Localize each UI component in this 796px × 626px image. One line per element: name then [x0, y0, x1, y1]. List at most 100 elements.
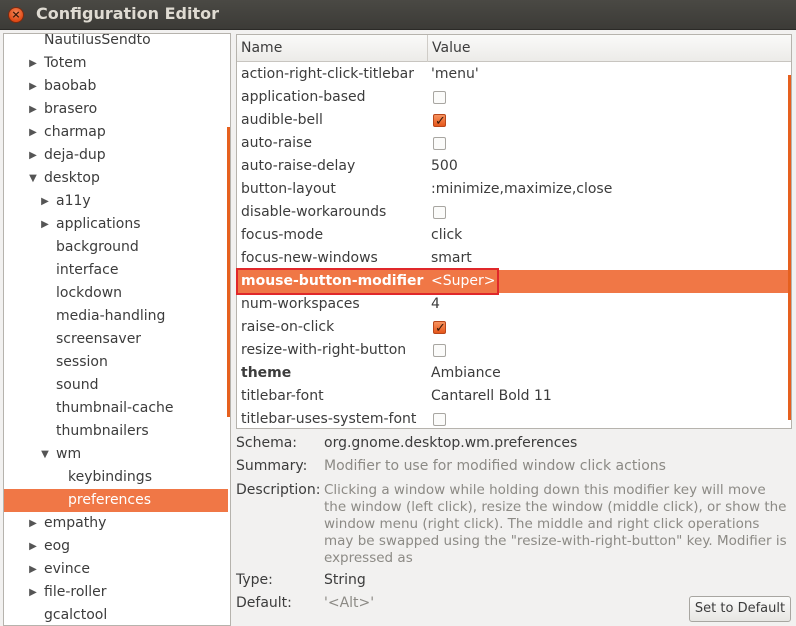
- key-value[interactable]: 4: [431, 293, 440, 316]
- tree-item[interactable]: ▼ wm: [4, 443, 228, 466]
- tree-item-label: interface: [56, 262, 119, 278]
- expander-collapsed-icon[interactable]: ▶: [39, 213, 51, 236]
- value-checkbox[interactable]: [433, 91, 446, 104]
- value-checkbox[interactable]: [433, 413, 446, 426]
- key-value[interactable]: Cantarell Bold 11: [431, 385, 552, 408]
- table-row[interactable]: num-workspaces 4: [237, 293, 789, 316]
- tree-item[interactable]: ▶ applications: [4, 213, 228, 236]
- tree-item[interactable]: screensaver: [4, 328, 228, 351]
- table-row[interactable]: focus-new-windows smart: [237, 247, 789, 270]
- key-name: application-based: [241, 89, 366, 105]
- tree-item[interactable]: media-handling: [4, 305, 228, 328]
- expander-collapsed-icon[interactable]: ▶: [27, 144, 39, 167]
- type-value: String: [324, 572, 366, 588]
- expander-collapsed-icon[interactable]: ▶: [27, 121, 39, 144]
- key-value[interactable]: 'menu': [431, 63, 479, 86]
- tree-item-label: brasero: [44, 101, 98, 117]
- tree-item[interactable]: background: [4, 236, 228, 259]
- table-row[interactable]: theme Ambiance: [237, 362, 789, 385]
- key-name: mouse-button-modifier: [241, 273, 424, 289]
- table-row[interactable]: auto-raise-delay 500: [237, 155, 789, 178]
- tree-item[interactable]: ▶ charmap: [4, 121, 228, 144]
- table-row[interactable]: raise-on-click: [237, 316, 789, 340]
- expander-collapsed-icon[interactable]: ▶: [27, 98, 39, 121]
- expander-expanded-icon[interactable]: ▼: [39, 443, 51, 466]
- key-name: disable-workarounds: [241, 204, 387, 220]
- key-name: audible-bell: [241, 112, 323, 128]
- table-row[interactable]: disable-workarounds: [237, 201, 789, 224]
- tree-item[interactable]: ▶ baobab: [4, 75, 228, 98]
- key-name: num-workspaces: [241, 296, 360, 312]
- expander-collapsed-icon[interactable]: ▶: [27, 52, 39, 75]
- table-row[interactable]: resize-with-right-button: [237, 339, 789, 362]
- tree-item[interactable]: sound: [4, 374, 228, 397]
- key-value[interactable]: click: [431, 224, 462, 247]
- tree-item[interactable]: ▶ evince: [4, 558, 228, 581]
- expander-collapsed-icon[interactable]: ▶: [27, 512, 39, 535]
- value-checkbox[interactable]: [433, 137, 446, 150]
- column-header-value[interactable]: Value: [427, 35, 791, 62]
- expander-collapsed-icon[interactable]: ▶: [27, 75, 39, 98]
- value-checkbox[interactable]: [433, 317, 446, 340]
- tree-item[interactable]: ▶ a11y: [4, 190, 228, 213]
- tree-item-label: session: [56, 354, 108, 370]
- set-to-default-button[interactable]: Set to Default: [689, 596, 791, 622]
- column-header-name[interactable]: Name: [237, 35, 427, 62]
- table-scrollbar[interactable]: [788, 75, 791, 420]
- table-row[interactable]: titlebar-uses-system-font: [237, 408, 789, 428]
- tree-item[interactable]: lockdown: [4, 282, 228, 305]
- value-checkbox[interactable]: [433, 110, 446, 133]
- expander-collapsed-icon[interactable]: ▶: [39, 190, 51, 213]
- tree-item-label: baobab: [44, 78, 97, 94]
- table-row[interactable]: audible-bell: [237, 109, 789, 133]
- tree-item[interactable]: ▶ empathy: [4, 512, 228, 535]
- summary-value: Modifier to use for modified window clic…: [324, 458, 666, 474]
- table-row[interactable]: titlebar-font Cantarell Bold 11: [237, 385, 789, 408]
- table-row[interactable]: button-layout:minimize,maximize,close: [237, 178, 789, 201]
- tree-item[interactable]: ▶ brasero: [4, 98, 228, 121]
- tree-item-label: thumbnail-cache: [56, 400, 174, 416]
- expander-collapsed-icon[interactable]: ▶: [27, 535, 39, 558]
- tree-item[interactable]: thumbnailers: [4, 420, 228, 443]
- tree-item[interactable]: preferences: [4, 489, 228, 512]
- key-name: auto-raise-delay: [241, 158, 356, 174]
- key-value[interactable]: Ambiance: [431, 362, 501, 385]
- expander-collapsed-icon[interactable]: ▶: [27, 581, 39, 604]
- key-value[interactable]: <Super>: [431, 270, 495, 293]
- tree-item[interactable]: gcalctool: [4, 604, 228, 625]
- tree-item-label: lockdown: [56, 285, 123, 301]
- tree-item[interactable]: ▶ Totem: [4, 52, 228, 75]
- description-value: Clicking a window while holding down thi…: [324, 482, 787, 566]
- tree-item-label: screensaver: [56, 331, 142, 347]
- tree-scrollbar[interactable]: [227, 127, 230, 417]
- tree-item-label: NautilusSendto: [44, 33, 151, 48]
- tree-item[interactable]: interface: [4, 259, 228, 282]
- tree-item[interactable]: ▼ desktop: [4, 167, 228, 190]
- schema-label: Schema:: [236, 435, 298, 451]
- keys-table: Name Value action-right-click-titlebar 'm…: [236, 34, 792, 429]
- tree-item[interactable]: ▶ deja-dup: [4, 144, 228, 167]
- key-value[interactable]: :minimize,maximize,close: [431, 178, 612, 201]
- tree-item[interactable]: ▶ eog: [4, 535, 228, 558]
- key-value[interactable]: 500: [431, 155, 458, 178]
- tree-item[interactable]: session: [4, 351, 228, 374]
- tree-item[interactable]: thumbnail-cache: [4, 397, 228, 420]
- tree-item[interactable]: NautilusSendto: [4, 33, 228, 52]
- value-checkbox[interactable]: [433, 344, 446, 357]
- table-row[interactable]: auto-raise: [237, 132, 789, 155]
- schema-tree[interactable]: NautilusSendto ▶ Totem ▶ baobab ▶ brasero ▶ char…: [3, 33, 231, 626]
- tree-item[interactable]: keybindings: [4, 466, 228, 489]
- key-value[interactable]: smart: [431, 247, 472, 270]
- key-name: raise-on-click: [241, 319, 335, 335]
- table-row[interactable]: action-right-click-titlebar 'menu': [237, 63, 789, 86]
- table-row[interactable]: application-based: [237, 86, 789, 109]
- close-icon[interactable]: ×: [8, 7, 24, 23]
- expander-collapsed-icon[interactable]: ▶: [27, 558, 39, 581]
- table-row[interactable]: mouse-button-modifier <Super>: [237, 270, 789, 293]
- table-row[interactable]: focus-mode click: [237, 224, 789, 247]
- value-checkbox[interactable]: [433, 206, 446, 219]
- window-title: Configuration Editor: [36, 4, 219, 23]
- tree-item[interactable]: ▶ file-roller: [4, 581, 228, 604]
- expander-expanded-icon[interactable]: ▼: [27, 167, 39, 190]
- tree-item-label: gcalctool: [44, 607, 108, 623]
